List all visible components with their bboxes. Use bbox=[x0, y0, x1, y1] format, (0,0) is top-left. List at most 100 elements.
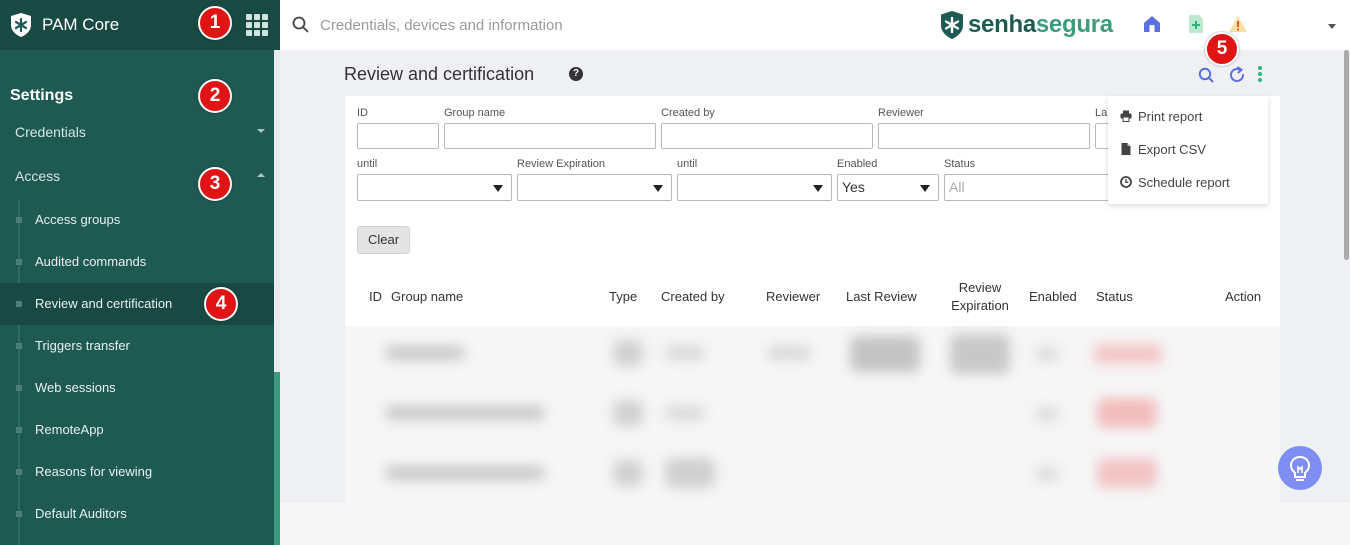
tips-button[interactable] bbox=[1278, 446, 1322, 490]
filter-status-select[interactable]: All bbox=[944, 174, 1109, 201]
filter-group-name-label: Group name bbox=[444, 107, 506, 119]
sidebar-item-label: Reasons for viewing bbox=[35, 464, 153, 479]
printer-icon bbox=[1120, 110, 1132, 122]
topbar: senhasegura bbox=[280, 0, 1350, 50]
filter-group-name-input[interactable] bbox=[444, 123, 656, 149]
column-header-group-name[interactable]: Group name bbox=[391, 288, 463, 306]
column-header-created-by[interactable]: Created by bbox=[661, 288, 725, 306]
column-header-last-review[interactable]: Last Review bbox=[846, 288, 917, 306]
clear-filters-button[interactable]: Clear bbox=[357, 226, 410, 254]
filter-reviewer-label: Reviewer bbox=[878, 107, 924, 119]
filter-until-2-label: until bbox=[677, 158, 698, 170]
filter-reviewer-input[interactable] bbox=[878, 123, 1090, 149]
table-row bbox=[385, 406, 545, 420]
page-scrollbar[interactable] bbox=[1342, 50, 1350, 500]
filter-status-label: Status bbox=[944, 158, 976, 170]
page-title: Review and certification bbox=[344, 64, 535, 84]
more-options-menu: Print report Export CSV Schedule report bbox=[1108, 96, 1268, 204]
menu-item-label: Export CSV bbox=[1138, 142, 1206, 157]
step-marker-4: 4 bbox=[204, 287, 238, 321]
sidebar-item-label: Web sessions bbox=[35, 380, 116, 395]
bullet-icon bbox=[16, 343, 22, 349]
filter-until-select[interactable] bbox=[357, 174, 512, 201]
menu-item-print-report[interactable]: Print report bbox=[1120, 107, 1265, 127]
menu-group-access[interactable]: Access bbox=[15, 168, 60, 184]
filter-review-expiration-select[interactable] bbox=[517, 174, 672, 201]
status-select-placeholder: All bbox=[949, 179, 965, 195]
column-header-reviewer[interactable]: Reviewer bbox=[766, 288, 820, 306]
menu-item-label: Print report bbox=[1138, 109, 1203, 124]
filter-enabled-select[interactable]: Yes bbox=[837, 174, 939, 201]
column-header-review-expiration[interactable]: Review Expiration bbox=[942, 279, 1018, 315]
bullet-icon bbox=[16, 427, 22, 433]
sidebar-item-label: Access groups bbox=[35, 212, 121, 227]
dropdown-arrow-icon bbox=[493, 185, 503, 192]
sidebar-item-web-sessions[interactable]: Web sessions bbox=[0, 367, 274, 409]
column-header-action[interactable]: Action bbox=[1225, 288, 1261, 306]
sidebar-item-reasons-for-viewing[interactable]: Reasons for viewing bbox=[0, 451, 274, 493]
sidebar-item-remoteapp[interactable]: RemoteApp bbox=[0, 409, 274, 451]
dropdown-arrow-icon bbox=[920, 185, 930, 192]
sidebar-item-label: Audited commands bbox=[35, 254, 147, 269]
bullet-icon bbox=[16, 385, 22, 391]
global-search-input[interactable] bbox=[320, 14, 820, 36]
filter-last-review-label: La bbox=[1095, 107, 1108, 119]
user-menu-caret-icon[interactable] bbox=[1328, 24, 1336, 29]
bullet-icon bbox=[16, 469, 22, 475]
chevron-up-icon[interactable] bbox=[257, 173, 265, 177]
column-header-enabled[interactable]: Enabled bbox=[1029, 288, 1077, 306]
column-header-type[interactable]: Type bbox=[609, 288, 637, 306]
column-header-status[interactable]: Status bbox=[1096, 288, 1133, 306]
sidebar-item-label: RemoteApp bbox=[35, 422, 104, 437]
search-icon[interactable] bbox=[292, 16, 309, 33]
bullet-icon bbox=[16, 301, 22, 307]
filter-until-label: until bbox=[357, 158, 378, 170]
search-filter-icon[interactable] bbox=[1198, 67, 1214, 83]
dropdown-arrow-icon bbox=[653, 185, 663, 192]
sidebar-item-access-groups[interactable]: Access groups bbox=[0, 199, 274, 241]
menu-item-export-csv[interactable]: Export CSV bbox=[1120, 140, 1265, 160]
warning-icon[interactable] bbox=[1228, 15, 1248, 33]
table-body-blurred bbox=[345, 326, 1280, 508]
menu-item-schedule-report[interactable]: Schedule report bbox=[1120, 173, 1265, 193]
sidebar: PAM Core Settings Credentials Access Acc… bbox=[0, 0, 280, 545]
sidebar-item-label: Triggers transfer bbox=[35, 338, 130, 353]
sidebar-item-label: Default Auditors bbox=[35, 506, 127, 521]
page-scrollbar-thumb[interactable] bbox=[1344, 50, 1349, 260]
chevron-down-icon[interactable] bbox=[257, 129, 265, 133]
step-marker-2: 2 bbox=[198, 79, 232, 113]
new-document-icon[interactable] bbox=[1188, 14, 1204, 34]
step-marker-5: 5 bbox=[1205, 32, 1239, 66]
refresh-icon[interactable] bbox=[1228, 66, 1246, 84]
sidebar-item-audited-commands[interactable]: Audited commands bbox=[0, 241, 274, 283]
footer-area bbox=[280, 503, 1350, 545]
filter-last-review-input[interactable] bbox=[1095, 123, 1109, 149]
filter-enabled-label: Enabled bbox=[837, 158, 878, 170]
shield-logo-icon bbox=[11, 13, 31, 37]
brand-shield-icon bbox=[941, 11, 963, 39]
filter-id-label: ID bbox=[357, 107, 368, 119]
apps-grid-icon[interactable] bbox=[246, 14, 268, 36]
filter-until-2-select[interactable] bbox=[677, 174, 832, 201]
filter-review-expiration-label: Review Expiration bbox=[517, 158, 606, 170]
sidebar-header: PAM Core bbox=[0, 0, 280, 50]
menu-item-label: Schedule report bbox=[1138, 175, 1230, 190]
column-header-id[interactable]: ID bbox=[369, 288, 382, 306]
bullet-icon bbox=[16, 217, 22, 223]
home-icon[interactable] bbox=[1142, 14, 1162, 34]
enabled-select-value: Yes bbox=[842, 179, 865, 195]
lightbulb-icon bbox=[1289, 455, 1311, 481]
help-icon[interactable]: ? bbox=[569, 67, 583, 81]
sidebar-item-label: Review and certification bbox=[35, 296, 173, 311]
filter-id-input[interactable] bbox=[357, 123, 439, 149]
app-title: PAM Core bbox=[42, 15, 120, 34]
filter-created-by-input[interactable] bbox=[661, 123, 873, 149]
menu-group-credentials[interactable]: Credentials bbox=[15, 124, 86, 140]
sidebar-item-default-auditors[interactable]: Default Auditors bbox=[0, 493, 274, 535]
sidebar-scrollbar[interactable] bbox=[274, 50, 280, 545]
table-row bbox=[385, 466, 545, 480]
more-options-icon[interactable] bbox=[1257, 66, 1263, 84]
dropdown-arrow-icon bbox=[813, 185, 823, 192]
sidebar-item-triggers-transfer[interactable]: Triggers transfer bbox=[0, 325, 274, 367]
bullet-icon bbox=[16, 259, 22, 265]
